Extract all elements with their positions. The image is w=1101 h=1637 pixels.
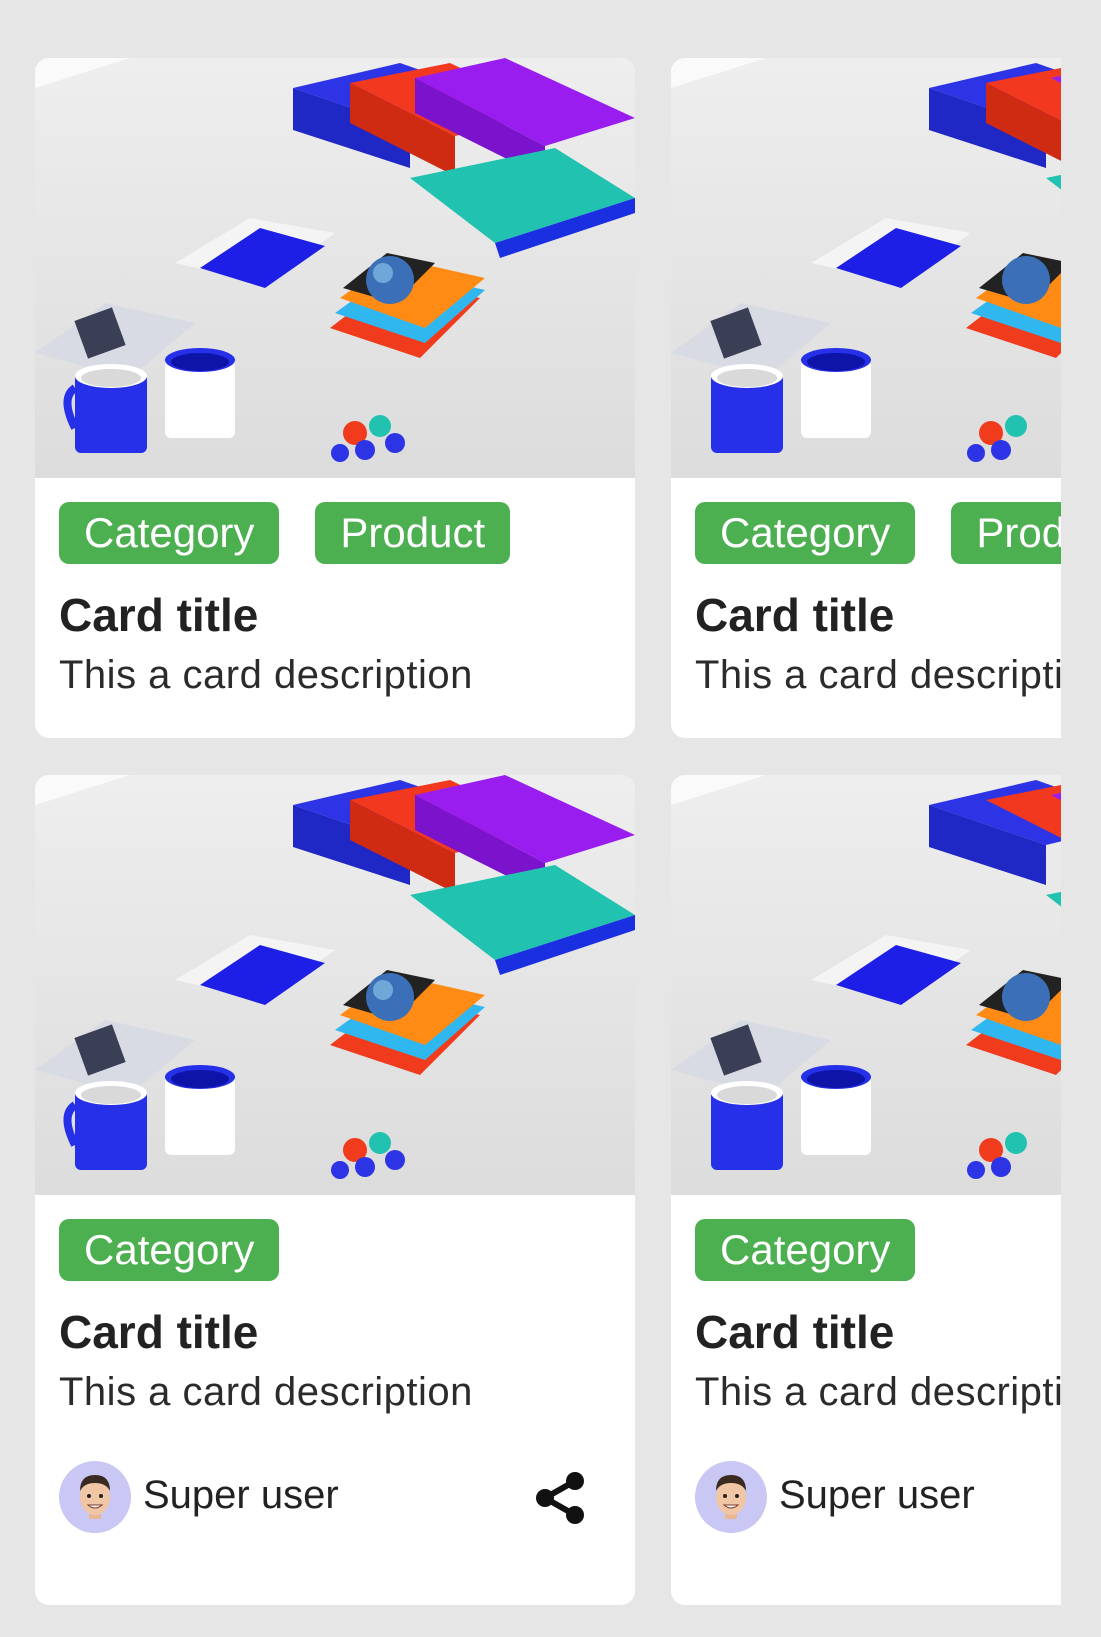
card-title: Card title xyxy=(59,589,259,641)
share-icon[interactable] xyxy=(531,1469,589,1527)
card[interactable]: Category Card title This a card descript… xyxy=(671,775,1061,1605)
avatar[interactable] xyxy=(59,1461,131,1533)
avatar[interactable] xyxy=(695,1461,767,1533)
card-description: This a card description xyxy=(695,653,1061,697)
card-footer: Super user xyxy=(695,1461,1061,1533)
tag-category: Category xyxy=(695,1219,916,1281)
card-title: Card title xyxy=(59,1306,259,1358)
tag-category: Category xyxy=(695,502,916,564)
card-description: This a card description xyxy=(695,1370,1061,1414)
card-description: This a card description xyxy=(59,653,473,697)
card-title: Card title xyxy=(695,589,895,641)
card[interactable]: Category Product Card title This a card … xyxy=(671,58,1061,738)
card-footer: Super user xyxy=(59,1461,611,1533)
card-image xyxy=(671,58,1061,478)
tag-category: Category xyxy=(59,502,280,564)
card-image xyxy=(671,775,1061,1195)
card[interactable]: Category Product Card title This a card … xyxy=(35,58,635,738)
card-image xyxy=(35,58,635,478)
card-description: This a card description xyxy=(59,1370,473,1414)
card[interactable]: Category Card title This a card descript… xyxy=(35,775,635,1605)
tag-product: Product xyxy=(951,502,1061,564)
user-name[interactable]: Super user xyxy=(779,1473,975,1518)
card-grid: Category Product Card title This a card … xyxy=(0,0,1061,1637)
tag-product: Product xyxy=(315,502,511,564)
card-image xyxy=(35,775,635,1195)
user-name[interactable]: Super user xyxy=(143,1473,339,1518)
card-title: Card title xyxy=(695,1306,895,1358)
tag-category: Category xyxy=(59,1219,280,1281)
